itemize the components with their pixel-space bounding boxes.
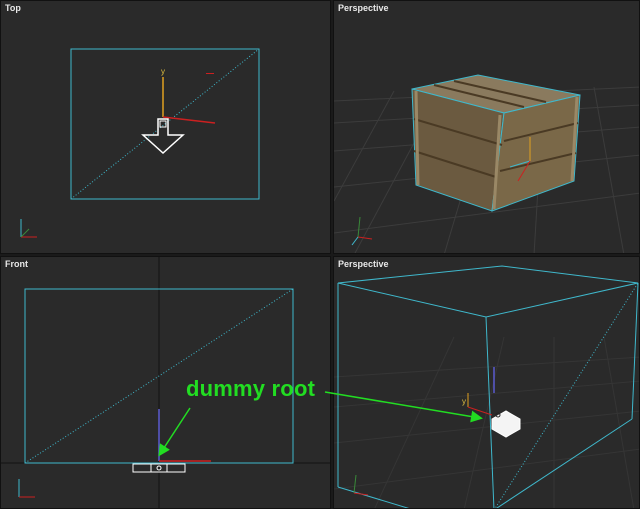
perspective-grid: [334, 336, 639, 508]
wooden-crate[interactable]: [411, 74, 581, 212]
viewport-top[interactable]: Top y: [0, 0, 331, 254]
dummy-icon[interactable]: [491, 410, 521, 438]
viewport-label-perspective-bottom[interactable]: Perspective: [338, 259, 389, 269]
dummy-bounding-box: [337, 265, 639, 508]
viewport-perspective-bottom[interactable]: Perspective y: [333, 256, 640, 509]
viewport-perspective-top[interactable]: Perspective: [333, 0, 640, 254]
viewport-label-front[interactable]: Front: [5, 259, 28, 269]
dummy-icon[interactable]: [141, 118, 185, 155]
perspective-top-canvas: [334, 74, 639, 253]
axis-tripod-icon: [20, 219, 37, 238]
top-view-canvas: [20, 48, 260, 238]
viewport-layout: Top y Perspective Front Perspective y du…: [0, 0, 640, 509]
viewport-label-top[interactable]: Top: [5, 3, 21, 13]
front-transform-gizmo[interactable]: [158, 409, 211, 462]
gizmo-y-label: y: [462, 397, 466, 406]
perspective-bottom-canvas: [334, 265, 639, 508]
top-transform-gizmo[interactable]: [162, 73, 216, 124]
gizmo-y-label: y: [161, 67, 165, 76]
annotation-label: dummy root: [186, 376, 316, 401]
viewport-label-perspective-top[interactable]: Perspective: [338, 3, 389, 13]
axis-tripod-icon: [18, 479, 35, 498]
top-diagonal: [70, 48, 260, 200]
